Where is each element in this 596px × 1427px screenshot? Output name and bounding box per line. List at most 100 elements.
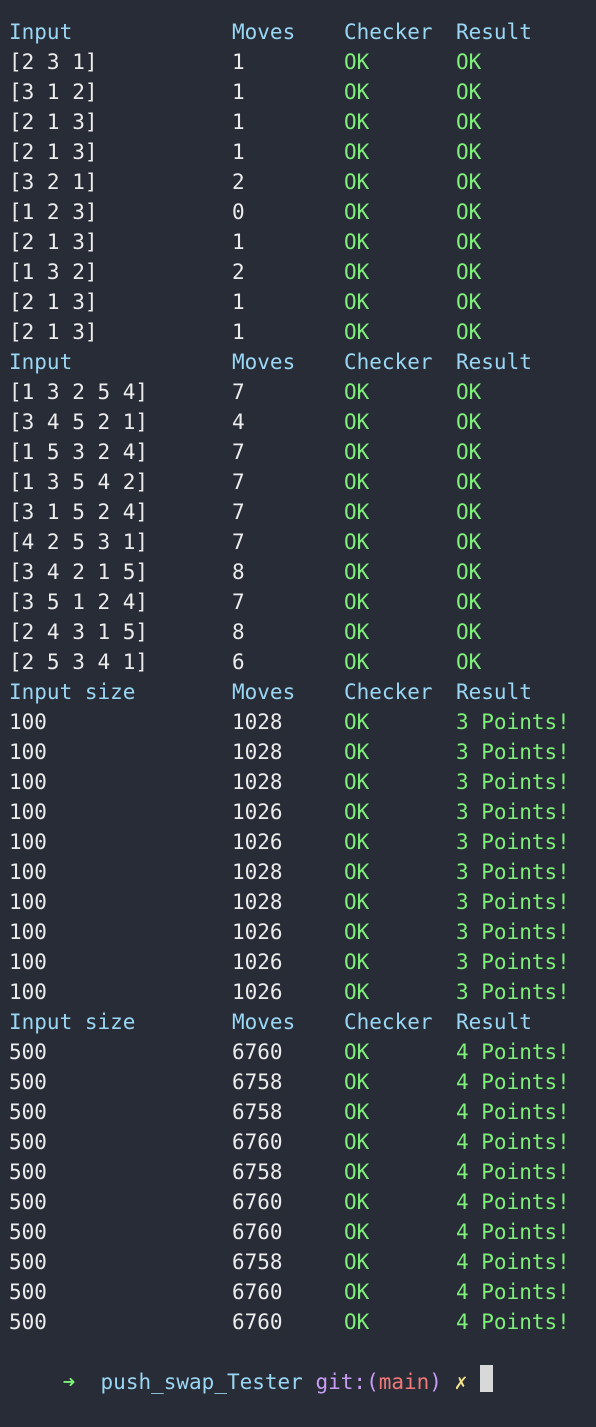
table-row: 500 6758 OK 4 Points! (0, 1157, 596, 1187)
header-moves: Moves (232, 350, 296, 374)
cell-input: 100 (9, 830, 47, 854)
cell-moves: 7 (232, 380, 245, 404)
cell-moves: 1028 (232, 710, 283, 734)
header-moves: Moves (232, 20, 296, 44)
cell-result: OK (456, 50, 482, 74)
table-header-row: Input Moves Checker Result (0, 17, 596, 47)
table-row: 100 1026 OK 3 Points! (0, 827, 596, 857)
cell-result: 3 Points! (456, 860, 570, 884)
prompt-branch: main (378, 1370, 430, 1394)
cell-checker: OK (344, 1220, 370, 1244)
cell-result: OK (456, 440, 482, 464)
cell-moves: 7 (232, 500, 245, 524)
cell-checker: OK (344, 1310, 370, 1334)
cell-result: OK (456, 80, 482, 104)
cell-checker: OK (344, 1190, 370, 1214)
cell-checker: OK (344, 1250, 370, 1274)
header-result: Result (456, 1010, 532, 1034)
cell-result: 3 Points! (456, 950, 570, 974)
cell-moves: 7 (232, 530, 245, 554)
cell-input: 100 (9, 740, 47, 764)
cell-result: OK (456, 530, 482, 554)
table-row: 100 1028 OK 3 Points! (0, 737, 596, 767)
cell-input: [3 1 5 2 4] (9, 500, 149, 524)
cell-moves: 1026 (232, 980, 283, 1004)
cell-input: 100 (9, 920, 47, 944)
table-row: [1 2 3] 0 OK OK (0, 197, 596, 227)
header-result: Result (456, 350, 532, 374)
cell-input: [1 3 5 4 2] (9, 470, 149, 494)
cell-checker: OK (344, 1040, 370, 1064)
header-moves: Moves (232, 1010, 296, 1034)
cell-result: 4 Points! (456, 1100, 570, 1124)
cell-input: 100 (9, 770, 47, 794)
cell-moves: 1026 (232, 830, 283, 854)
cell-result: 3 Points! (456, 830, 570, 854)
prompt-git-label: git: (315, 1370, 367, 1394)
cell-result: 4 Points! (456, 1070, 570, 1094)
header-checker: Checker (344, 20, 433, 44)
cell-checker: OK (344, 140, 370, 164)
cell-result: OK (456, 470, 482, 494)
cell-result: OK (456, 500, 482, 524)
table-row: [3 5 1 2 4] 7 OK OK (0, 587, 596, 617)
results-table: Input Moves Checker Result [2 3 1] 1 OK OK [3 1 … (0, 17, 596, 1337)
cell-moves: 1 (232, 230, 245, 254)
prompt-open-paren: ( (366, 1370, 379, 1394)
cell-result: 3 Points! (456, 800, 570, 824)
table-row: [2 1 3] 1 OK OK (0, 227, 596, 257)
cell-checker: OK (344, 1100, 370, 1124)
cell-result: 3 Points! (456, 890, 570, 914)
cell-result: OK (456, 260, 482, 284)
cell-checker: OK (344, 230, 370, 254)
cell-checker: OK (344, 890, 370, 914)
cell-moves: 0 (232, 200, 245, 224)
prompt-arrow-icon: ➜ (62, 1370, 76, 1394)
cell-input: [1 5 3 2 4] (9, 440, 149, 464)
cell-checker: OK (344, 320, 370, 344)
cell-result: OK (456, 110, 482, 134)
cell-moves: 6 (232, 650, 245, 674)
cell-moves: 6758 (232, 1070, 283, 1094)
table-row: 500 6760 OK 4 Points! (0, 1217, 596, 1247)
cell-input: [3 2 1] (9, 170, 98, 194)
cell-input: 500 (9, 1310, 47, 1334)
cell-result: OK (456, 170, 482, 194)
shell-prompt[interactable]: ➜ push_swap_Tester git:(main) ✗ (0, 1337, 596, 1394)
terminal-cursor[interactable] (479, 1365, 493, 1392)
cell-input: [3 4 5 2 1] (9, 410, 149, 434)
cell-result: 4 Points! (456, 1310, 570, 1334)
cell-input: [3 5 1 2 4] (9, 590, 149, 614)
cell-moves: 2 (232, 170, 245, 194)
cell-moves: 6758 (232, 1250, 283, 1274)
table-row: [2 3 1] 1 OK OK (0, 47, 596, 77)
cell-checker: OK (344, 590, 370, 614)
table-row: 500 6760 OK 4 Points! (0, 1187, 596, 1217)
cell-input: [3 1 2] (9, 80, 98, 104)
table-row: [2 1 3] 1 OK OK (0, 287, 596, 317)
cell-moves: 1 (232, 110, 245, 134)
table-row: 500 6760 OK 4 Points! (0, 1037, 596, 1067)
table-row: [4 2 5 3 1] 7 OK OK (0, 527, 596, 557)
cell-result: OK (456, 410, 482, 434)
cell-moves: 1026 (232, 950, 283, 974)
table-row: 100 1026 OK 3 Points! (0, 977, 596, 1007)
table-row: 500 6758 OK 4 Points! (0, 1247, 596, 1277)
cell-input: 100 (9, 980, 47, 1004)
header-checker: Checker (344, 680, 433, 704)
header-result: Result (456, 20, 532, 44)
cell-checker: OK (344, 710, 370, 734)
cell-input: 500 (9, 1280, 47, 1304)
table-row: 100 1028 OK 3 Points! (0, 707, 596, 737)
cell-input: [1 3 2] (9, 260, 98, 284)
cell-input: 500 (9, 1130, 47, 1154)
cell-moves: 7 (232, 440, 245, 464)
table-row: [2 1 3] 1 OK OK (0, 137, 596, 167)
cell-input: [2 1 3] (9, 140, 98, 164)
cell-input: 500 (9, 1070, 47, 1094)
cell-input: 500 (9, 1220, 47, 1244)
cell-checker: OK (344, 1130, 370, 1154)
cell-checker: OK (344, 950, 370, 974)
cell-checker: OK (344, 620, 370, 644)
cell-input: [3 4 2 1 5] (9, 560, 149, 584)
